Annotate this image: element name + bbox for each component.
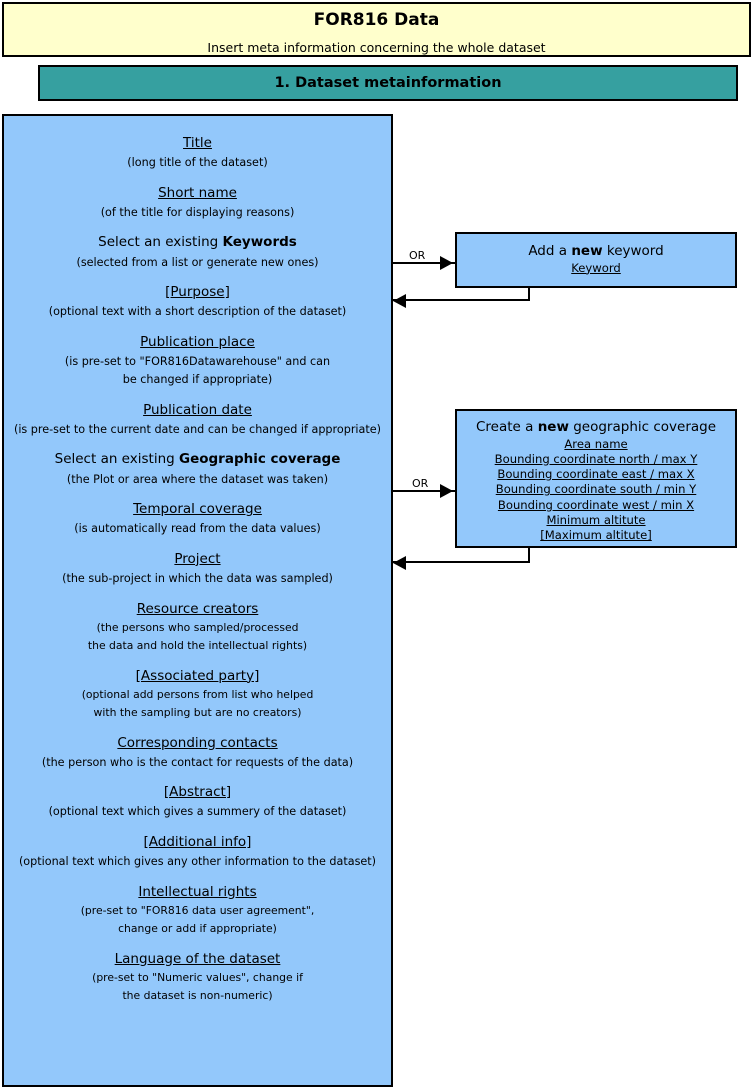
field-geographic-coverage-label: Select an existing Geographic coverage (4, 450, 391, 468)
field-keywords-description: (selected from a list or generate new on… (76, 255, 319, 269)
field-keywords-label-emphasis: Keywords (222, 234, 297, 251)
field-abstract[interactable]: [Abstract] (optional text which gives a … (4, 783, 391, 820)
field-geographic-coverage[interactable]: Select an existing Geographic coverage (… (4, 450, 391, 487)
keyword-or-label: OR (409, 249, 426, 262)
field-title[interactable]: Title (long title of the dataset) (4, 134, 391, 171)
field-short-name-label: Short name (158, 184, 237, 201)
field-project[interactable]: Project (the sub-project in which the da… (4, 550, 391, 587)
field-keywords[interactable]: Select an existing Keywords (selected fr… (4, 233, 391, 270)
keyword-return-line (393, 299, 530, 301)
field-geographic-coverage-label-prefix: Select an existing (54, 451, 179, 468)
field-abstract-description: (optional text which gives a summery of … (48, 805, 347, 819)
field-temporal-coverage[interactable]: Temporal coverage (is automatically read… (4, 500, 391, 537)
keyword-forward-arrowhead-icon (440, 256, 453, 270)
field-resource-creators-description-line2: the data and hold the intellectual right… (87, 638, 308, 652)
field-associated-party[interactable]: [Associated party] (optional add persons… (4, 667, 391, 721)
field-associated-party-description-line2: with the sampling but are no creators) (93, 705, 302, 719)
field-resource-creators[interactable]: Resource creators (the persons who sampl… (4, 600, 391, 654)
header-banner: FOR816 Data Insert meta information conc… (2, 2, 751, 57)
field-associated-party-description-line1: (optional add persons from list who help… (81, 687, 314, 701)
keyword-field-label[interactable]: Keyword (457, 261, 735, 276)
geo-return-line (393, 561, 530, 563)
field-geographic-coverage-label-emphasis: Geographic coverage (179, 451, 341, 468)
field-purpose-description: (optional text with a short description … (48, 305, 347, 319)
create-new-geographic-coverage-heading: Create a new geographic coverage (457, 419, 735, 437)
field-project-label: Project (174, 550, 221, 567)
keyword-return-arrowhead-icon (393, 294, 406, 308)
geo-field-bounding-south[interactable]: Bounding coordinate south / min Y (457, 482, 735, 497)
add-new-keyword-heading-suffix: keyword (602, 243, 664, 259)
dataset-metainformation-panel: Title (long title of the dataset) Short … (2, 114, 393, 1087)
field-publication-place-description-line1: (is pre-set to "FOR816Datawarehouse" and… (64, 354, 331, 368)
geo-field-area-name[interactable]: Area name (457, 437, 735, 452)
field-title-label: Title (183, 135, 212, 151)
field-publication-date[interactable]: Publication date (is pre-set to the curr… (4, 401, 391, 438)
create-new-geographic-coverage-box[interactable]: Create a new geographic coverage Area na… (455, 409, 737, 548)
geo-field-bounding-west[interactable]: Bounding coordinate west / min X (457, 498, 735, 513)
field-keywords-label: Select an existing Keywords (4, 233, 391, 251)
field-project-description: (the sub-project in which the data was s… (62, 572, 333, 586)
field-purpose-label: [Purpose] (165, 284, 230, 301)
add-new-keyword-heading: Add a new keyword (457, 243, 735, 261)
field-publication-place-label: Publication place (140, 333, 255, 350)
field-temporal-coverage-description: (is automatically read from the data val… (74, 522, 321, 536)
field-resource-creators-label: Resource creators (136, 600, 259, 617)
geo-or-label: OR (412, 477, 429, 490)
geo-field-bounding-north[interactable]: Bounding coordinate north / max Y (457, 452, 735, 467)
field-intellectual-rights-description-line2: change or add if appropriate) (118, 921, 277, 935)
geo-field-bounding-east[interactable]: Bounding coordinate east / max X (457, 467, 735, 482)
field-language-of-the-dataset-description-line2: the dataset is non-numeric) (122, 988, 273, 1002)
field-language-of-the-dataset-description-line1: (pre-set to "Numeric values", change if (92, 970, 303, 984)
field-geographic-coverage-description: (the Plot or area where the dataset was … (66, 472, 329, 486)
field-purpose[interactable]: [Purpose] (optional text with a short de… (4, 283, 391, 320)
geo-return-drop-line (528, 548, 530, 562)
add-new-keyword-heading-prefix: Add a (528, 243, 572, 259)
geo-return-arrowhead-icon (393, 556, 406, 570)
page-title: FOR816 Data (313, 10, 440, 30)
field-associated-party-label: [Associated party] (135, 667, 260, 684)
field-short-name[interactable]: Short name (of the title for displaying … (4, 184, 391, 221)
field-short-name-description: (of the title for displaying reasons) (100, 205, 295, 219)
field-title-description: (long title of the dataset) (127, 156, 268, 170)
section-bar-label: 1. Dataset metainformation (274, 75, 502, 91)
geo-forward-arrowhead-icon (440, 484, 453, 498)
field-keywords-label-prefix: Select an existing (98, 234, 223, 251)
geo-heading-suffix: geographic coverage (568, 419, 717, 435)
field-corresponding-contacts[interactable]: Corresponding contacts (the person who i… (4, 734, 391, 771)
field-resource-creators-description-line1: (the persons who sampled/processed (96, 620, 299, 634)
field-intellectual-rights[interactable]: Intellectual rights (pre-set to "FOR816 … (4, 883, 391, 937)
field-publication-date-description: (is pre-set to the current date and can … (13, 423, 382, 437)
field-abstract-label: [Abstract] (163, 784, 232, 801)
field-publication-date-label: Publication date (143, 401, 252, 418)
field-intellectual-rights-label: Intellectual rights (138, 883, 257, 900)
field-intellectual-rights-description-line1: (pre-set to "FOR816 data user agreement"… (80, 903, 315, 917)
geo-heading-prefix: Create a (475, 419, 538, 435)
add-new-keyword-box[interactable]: Add a new keyword Keyword (455, 232, 737, 288)
field-corresponding-contacts-description: (the person who is the contact for reque… (41, 755, 354, 769)
field-additional-info-label: [Additional info] (143, 833, 252, 850)
add-new-keyword-heading-emphasis: new (571, 243, 603, 259)
field-publication-place[interactable]: Publication place (is pre-set to "FOR816… (4, 333, 391, 388)
field-language-of-the-dataset[interactable]: Language of the dataset (pre-set to "Num… (4, 950, 391, 1004)
geo-field-maximum-altitude[interactable]: [Maximum altitute] (457, 528, 735, 543)
field-corresponding-contacts-label: Corresponding contacts (117, 734, 278, 751)
field-language-of-the-dataset-label: Language of the dataset (114, 950, 281, 967)
geo-heading-emphasis: new (537, 419, 569, 435)
field-additional-info[interactable]: [Additional info] (optional text which g… (4, 833, 391, 870)
page-subtitle: Insert meta information concerning the w… (207, 40, 546, 55)
field-additional-info-description: (optional text which gives any other inf… (18, 855, 377, 869)
geo-field-minimum-altitude[interactable]: Minimum altitute (457, 513, 735, 528)
field-publication-place-description-line2: be changed if appropriate) (122, 373, 273, 387)
section-bar-dataset-metainformation[interactable]: 1. Dataset metainformation (38, 65, 738, 101)
field-temporal-coverage-label: Temporal coverage (133, 501, 262, 518)
